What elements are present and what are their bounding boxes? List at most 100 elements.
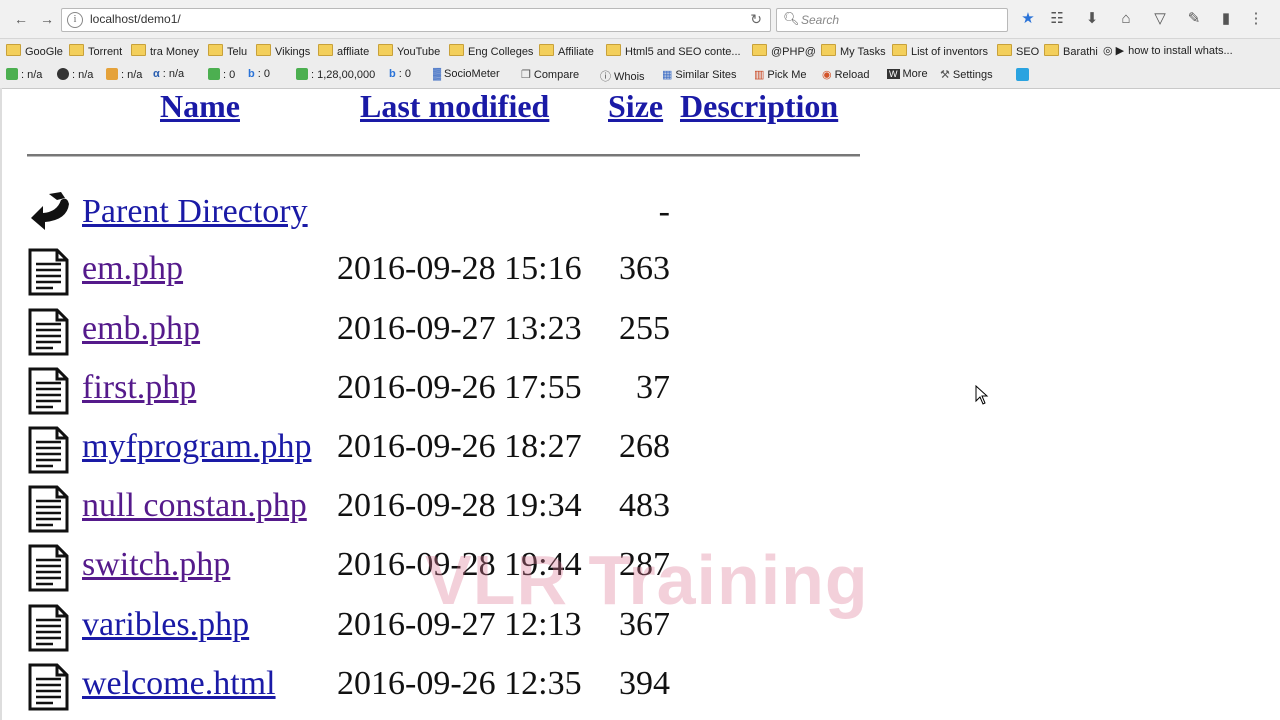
bookmark-item[interactable]: tra Money	[131, 44, 199, 58]
text-file-icon	[28, 663, 69, 711]
home-icon[interactable]: ⌂	[1116, 9, 1136, 29]
navigation-bar: ← → i localhost/demo1/ ↻ 🔍︎ Search ★ ☷ ⬇…	[0, 0, 1280, 39]
bookmark-item[interactable]: affliate	[318, 44, 369, 58]
file-size: 483	[619, 487, 670, 524]
file-row: myfprogram.php 2016-09-26 18:27 268	[0, 426, 900, 476]
settings-button[interactable]: ⚒ Settings	[940, 68, 993, 81]
bookmark-item[interactable]: My Tasks	[821, 44, 886, 58]
bing-icon: b	[248, 68, 255, 80]
menu-icon[interactable]: ⋮	[1246, 9, 1266, 29]
bookmark-item[interactable]: Affiliate	[539, 44, 594, 58]
folder-icon	[821, 44, 836, 56]
bookmark-item[interactable]: Telu	[208, 44, 247, 58]
more-icon: W	[887, 69, 900, 79]
pagerank-compete[interactable]: : n/a	[106, 68, 142, 81]
bookmark-item[interactable]: @PHP@	[752, 44, 816, 58]
folder-icon	[6, 44, 21, 56]
file-link[interactable]: em.php	[82, 250, 183, 288]
file-link[interactable]: welcome.html	[82, 665, 276, 703]
twitter-icon	[1016, 68, 1029, 81]
compare-button[interactable]: ❐ Compare	[521, 68, 579, 81]
download-icon[interactable]: ⬇	[1082, 9, 1102, 29]
folder-icon	[208, 44, 223, 56]
sociometer-button[interactable]: ▓ SocioMeter	[433, 68, 500, 80]
info-icon[interactable]: i	[67, 12, 83, 28]
similar-sites-button[interactable]: ▦ Similar Sites	[662, 68, 737, 81]
file-link[interactable]: varibles.php	[82, 606, 249, 644]
file-modified: 2016-09-28 15:16	[337, 250, 582, 287]
globe-icon: ◎ ▶	[1103, 45, 1125, 57]
pagerank-google[interactable]: : n/a	[6, 68, 42, 81]
text-file-icon	[28, 308, 69, 356]
folder-icon	[131, 44, 146, 56]
reload-icon[interactable]: ↻	[750, 11, 762, 28]
folder-icon	[256, 44, 271, 56]
pick-icon: ▥	[754, 69, 765, 81]
file-size: 394	[619, 665, 670, 702]
settings-icon: ⚒	[940, 69, 950, 81]
bookmark-item[interactable]: Torrent	[69, 44, 122, 58]
file-row: null constan.php 2016-09-28 19:34 483	[0, 485, 900, 535]
header-divider	[27, 154, 860, 157]
reload-button[interactable]: ◉ Reload	[822, 68, 869, 81]
google-index[interactable]: : 0	[208, 68, 235, 81]
bing-backlinks[interactable]: b: 0	[389, 68, 411, 80]
bing-icon: b	[389, 68, 396, 80]
star-icon[interactable]: ★	[1018, 9, 1038, 29]
mouse-cursor-icon	[975, 385, 989, 405]
text-file-icon	[28, 426, 69, 474]
sort-by-modified-link[interactable]: Last modified	[360, 88, 549, 125]
file-size: 268	[619, 428, 670, 465]
search-input[interactable]: 🔍︎ Search	[776, 8, 1008, 32]
whois-button[interactable]: ⓘ Whois	[600, 68, 645, 84]
file-row: welcome.html 2016-09-26 12:35 394	[0, 663, 900, 713]
twitter-button[interactable]	[1016, 68, 1029, 84]
folder-icon	[997, 44, 1012, 56]
file-link[interactable]: myfprogram.php	[82, 428, 311, 466]
reload-icon: ◉	[822, 69, 832, 81]
bookmark-item[interactable]: Barathi	[1044, 44, 1098, 58]
clipboard-icon[interactable]: ▮	[1216, 9, 1236, 29]
search-icon: 🔍︎	[783, 11, 800, 26]
parent-directory-link[interactable]: Parent Directory	[82, 193, 308, 231]
compare-icon: ❐	[521, 69, 531, 81]
bookmark-item[interactable]: Vikings	[256, 44, 310, 58]
bookmark-item[interactable]: Html5 and SEO conte...	[606, 44, 741, 58]
bookmark-item[interactable]: SEO	[997, 44, 1039, 58]
sort-by-size-link[interactable]: Size	[608, 88, 663, 125]
alpha-icon: α	[153, 68, 160, 80]
bookmark-item[interactable]: GooGle	[6, 44, 63, 58]
more-button[interactable]: W More	[887, 68, 928, 80]
forward-button[interactable]: →	[36, 9, 58, 29]
back-button[interactable]: ←	[10, 9, 32, 29]
parent-directory-row: Parent Directory -	[0, 186, 900, 236]
file-link[interactable]: switch.php	[82, 546, 230, 584]
bookmark-item[interactable]: Eng Colleges	[449, 44, 533, 58]
file-row: first.php 2016-09-26 17:55 37	[0, 367, 900, 417]
pagerank-alexa[interactable]: : n/a	[57, 68, 93, 81]
google-icon	[6, 68, 18, 80]
pick-me-button[interactable]: ▥ Pick Me	[754, 68, 807, 81]
sort-by-description-link[interactable]: Description	[680, 88, 838, 125]
reading-list-icon[interactable]: ☷	[1047, 9, 1067, 29]
bookmark-item[interactable]: YouTube	[378, 44, 440, 58]
pagerank-alpha[interactable]: α: n/a	[153, 68, 184, 80]
pocket-icon[interactable]: ▽	[1150, 9, 1170, 29]
bookmark-item[interactable]: ◎ ▶ how to install whats...	[1103, 44, 1233, 57]
sort-by-name-link[interactable]: Name	[160, 88, 240, 125]
bar-chart-icon: ▓	[433, 68, 442, 80]
url-text[interactable]: localhost/demo1/	[90, 12, 181, 26]
google-backlinks[interactable]: : 1,28,00,000	[296, 68, 375, 81]
folder-icon	[69, 44, 84, 56]
bing-index[interactable]: b: 0	[248, 68, 270, 80]
file-row: emb.php 2016-09-27 13:23 255	[0, 308, 900, 358]
folder-icon	[318, 44, 333, 56]
url-bar[interactable]: i localhost/demo1/ ↻	[61, 8, 771, 32]
folder-icon	[752, 44, 767, 56]
addon-icon[interactable]: ✎	[1184, 9, 1204, 29]
bookmark-item[interactable]: List of inventors	[892, 44, 988, 58]
file-link[interactable]: null constan.php	[82, 487, 307, 525]
file-link[interactable]: emb.php	[82, 310, 200, 348]
directory-listing: Name Last modified Size Description Pare…	[0, 88, 1280, 720]
file-link[interactable]: first.php	[82, 369, 196, 407]
